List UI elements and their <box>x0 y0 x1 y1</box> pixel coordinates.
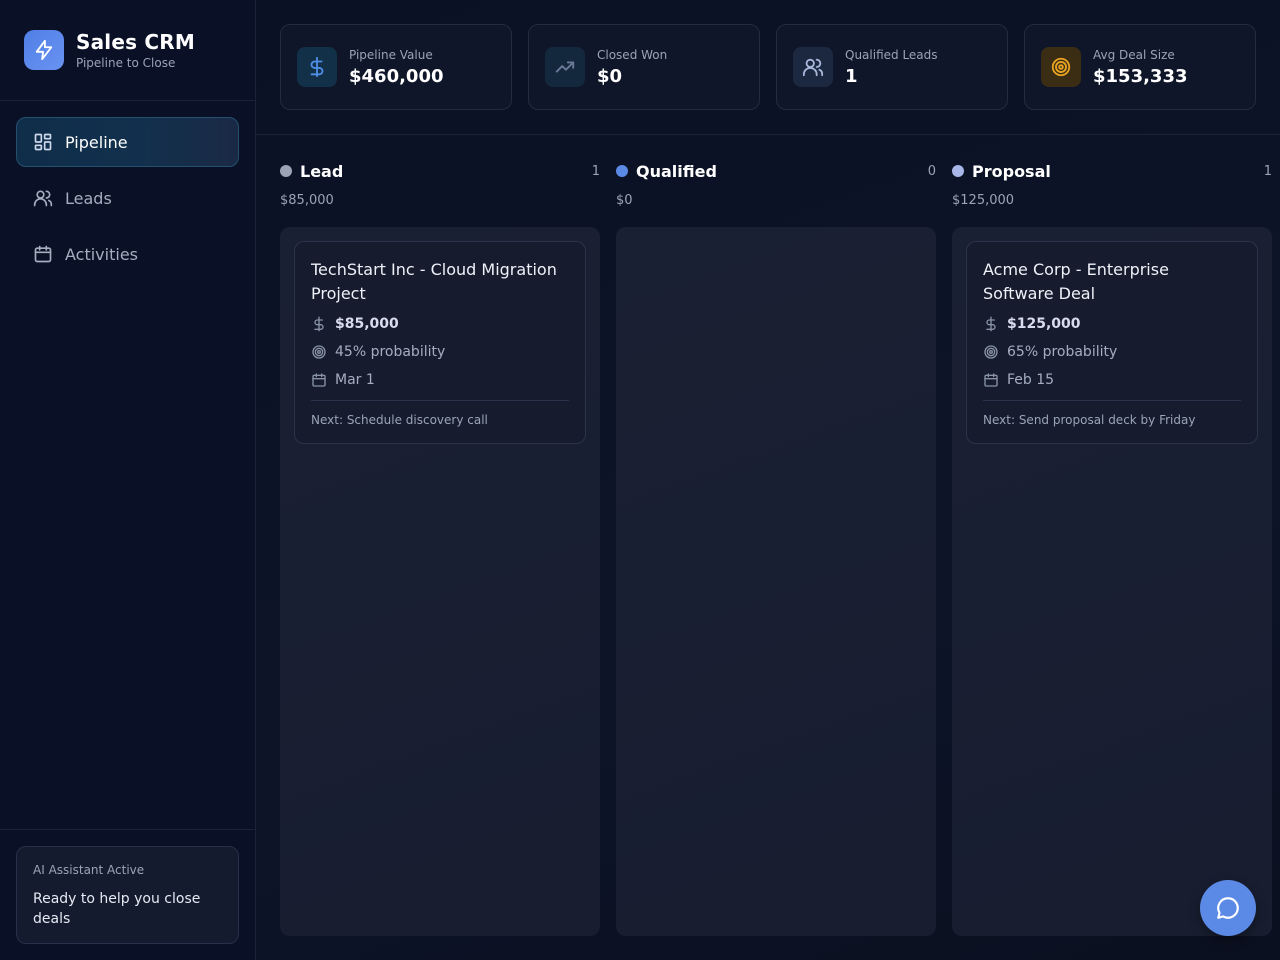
column-dropzone[interactable] <box>616 227 936 936</box>
column-header: Qualified 0 <box>616 159 936 183</box>
deal-date-row: Mar 1 <box>311 370 569 390</box>
chat-button[interactable] <box>1200 880 1256 936</box>
stat-value: 1 <box>845 65 858 87</box>
dollar-icon <box>983 316 999 332</box>
column-header: Proposal 1 <box>952 159 1272 183</box>
column-qualified: Qualified 0 $0 <box>616 159 936 936</box>
chat-icon <box>1217 897 1239 919</box>
ai-assistant-panel: AI Assistant Active Ready to help you cl… <box>16 846 239 944</box>
calendar-icon <box>983 372 999 388</box>
deal-title: Acme Corp - Enterprise Software Deal <box>983 260 1169 303</box>
column-count: 1 <box>591 163 600 179</box>
sidebar-item-label: Leads <box>65 188 112 208</box>
stat-pipeline-value: Pipeline Value $460,000 <box>280 24 512 110</box>
calendar-icon <box>33 244 53 264</box>
deal-card[interactable]: Acme Corp - Enterprise Software Deal $12… <box>966 241 1258 444</box>
sidebar-nav: Pipeline Leads Activities <box>0 101 255 279</box>
deal-title: TechStart Inc - Cloud Migration Project <box>311 260 557 303</box>
column-count: 0 <box>927 163 936 179</box>
brand-subtitle: Pipeline to Close <box>76 56 176 70</box>
column-lead: Lead 1 $85,000 TechStart Inc - Cloud Mig… <box>280 159 600 936</box>
sidebar-item-label: Activities <box>65 244 138 264</box>
deal-date-row: Feb 15 <box>983 370 1241 390</box>
stage-dot <box>616 165 628 177</box>
column-title: Qualified <box>636 161 717 181</box>
stat-avg-deal-size: Avg Deal Size $153,333 <box>1024 24 1256 110</box>
column-count: 1 <box>1263 163 1272 179</box>
stat-label: Closed Won <box>597 47 668 62</box>
deal-next-step: Next: Schedule discovery call <box>311 400 569 427</box>
stage-dot <box>280 165 292 177</box>
column-title: Proposal <box>972 161 1051 181</box>
ai-assistant-text: Ready to help you close deals <box>33 891 201 927</box>
trending-up-icon <box>545 47 585 87</box>
stat-value: $460,000 <box>349 65 444 87</box>
deal-amount-row: $85,000 <box>311 314 569 334</box>
dollar-icon <box>297 47 337 87</box>
deal-next-step: Next: Send proposal deck by Friday <box>983 400 1241 427</box>
sidebar-item-activities[interactable]: Activities <box>16 229 239 279</box>
deal-amount-row: $125,000 <box>983 314 1241 334</box>
deal-card[interactable]: TechStart Inc - Cloud Migration Project … <box>294 241 586 444</box>
app: Sales CRM Pipeline to Close Pipeline Lea… <box>0 0 1280 960</box>
calendar-icon <box>311 372 327 388</box>
deal-probability-row: 65% probability <box>983 342 1241 362</box>
main-content: Pipeline Value $460,000 Closed Won $0 Qu… <box>256 0 1280 960</box>
users-icon <box>793 47 833 87</box>
pipeline-board: Lead 1 $85,000 TechStart Inc - Cloud Mig… <box>256 135 1280 936</box>
column-dropzone[interactable]: Acme Corp - Enterprise Software Deal $12… <box>952 227 1272 936</box>
column-title: Lead <box>300 161 344 181</box>
ai-assistant-title: AI Assistant Active <box>33 863 145 877</box>
deal-amount: $85,000 <box>335 316 399 332</box>
stat-closed-won: Closed Won $0 <box>528 24 760 110</box>
lightning-icon <box>24 30 64 70</box>
deal-probability: 65% probability <box>1007 344 1118 360</box>
deal-amount: $125,000 <box>1007 316 1081 332</box>
sidebar-divider <box>0 829 255 830</box>
column-proposal: Proposal 1 $125,000 Acme Corp - Enterpri… <box>952 159 1272 936</box>
stat-value: $0 <box>597 65 623 87</box>
sidebar-item-pipeline[interactable]: Pipeline <box>16 117 239 167</box>
column-dropzone[interactable]: TechStart Inc - Cloud Migration Project … <box>280 227 600 936</box>
stat-qualified-leads: Qualified Leads 1 <box>776 24 1008 110</box>
column-header: Lead 1 <box>280 159 600 183</box>
deal-date: Mar 1 <box>335 372 375 388</box>
sidebar: Sales CRM Pipeline to Close Pipeline Lea… <box>0 0 256 960</box>
target-icon <box>1041 47 1081 87</box>
column-value: $85,000 <box>280 193 334 208</box>
brand-title: Sales CRM <box>76 30 195 54</box>
stat-label: Pipeline Value <box>349 47 433 62</box>
dollar-icon <box>311 316 327 332</box>
grid-icon <box>33 132 53 152</box>
target-icon <box>311 344 327 360</box>
deal-probability-row: 45% probability <box>311 342 569 362</box>
users-icon <box>33 188 53 208</box>
stage-dot <box>952 165 964 177</box>
deal-date: Feb 15 <box>1007 372 1055 388</box>
column-value: $125,000 <box>952 193 1015 208</box>
brand: Sales CRM Pipeline to Close <box>0 0 255 101</box>
deal-probability: 45% probability <box>335 344 446 360</box>
stat-label: Qualified Leads <box>845 47 938 62</box>
stat-value: $153,333 <box>1093 65 1188 87</box>
target-icon <box>983 344 999 360</box>
sidebar-item-leads[interactable]: Leads <box>16 173 239 223</box>
stat-label: Avg Deal Size <box>1093 47 1175 62</box>
sidebar-item-label: Pipeline <box>65 132 128 152</box>
column-value: $0 <box>616 193 633 208</box>
stats-bar: Pipeline Value $460,000 Closed Won $0 Qu… <box>256 0 1280 135</box>
